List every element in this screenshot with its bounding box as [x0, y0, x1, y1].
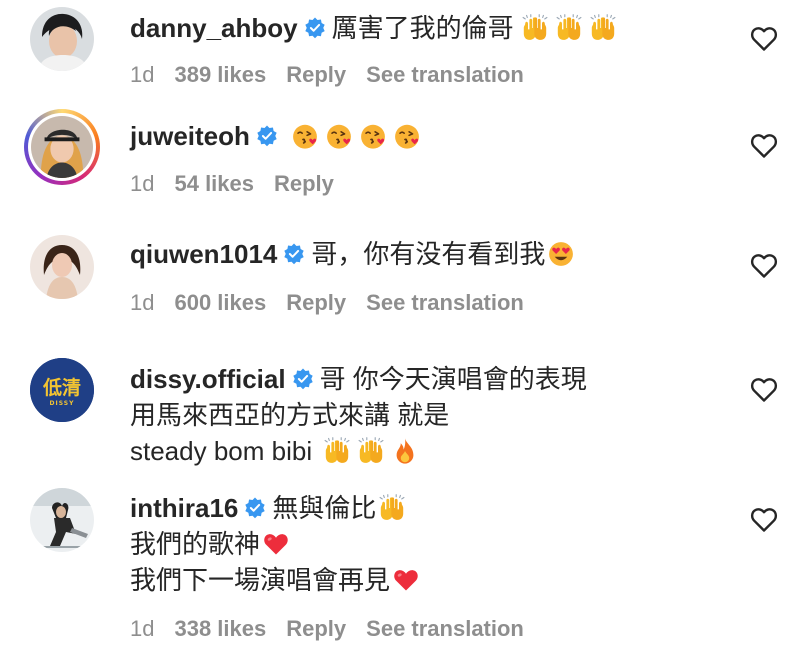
comment-time: 1d	[130, 616, 155, 641]
comment-text: 哥 你今天演唱會的表現	[319, 364, 587, 394]
comment-username[interactable]: danny_ahboy	[130, 13, 298, 43]
raising-hands-emoji-icon	[357, 437, 385, 465]
raising-hands-emoji-icon	[378, 494, 406, 522]
see-translation-button[interactable]: See translation	[366, 62, 524, 87]
raising-hands-emoji-icon	[521, 14, 549, 42]
comment-text: 無與倫比	[272, 493, 377, 523]
comment-time: 1d	[130, 171, 155, 196]
red-heart-emoji-icon	[262, 530, 290, 558]
like-heart-icon[interactable]	[750, 253, 778, 279]
reply-button[interactable]: Reply	[274, 171, 334, 196]
see-translation-button[interactable]: See translation	[366, 616, 524, 641]
verified-badge-icon	[244, 497, 266, 519]
avatar[interactable]	[24, 109, 100, 185]
fire-emoji-icon	[391, 437, 419, 465]
comment-username[interactable]: dissy.official	[130, 364, 286, 394]
comment-meta: 1d 54 likes Reply	[130, 171, 354, 197]
raising-hands-emoji-icon	[555, 14, 583, 42]
likes-count[interactable]: 600 likes	[174, 290, 266, 315]
comment-username[interactable]: juweiteoh	[130, 121, 250, 151]
avatar[interactable]	[30, 235, 94, 299]
like-heart-icon[interactable]	[750, 133, 778, 159]
verified-badge-icon	[283, 243, 305, 265]
avatar[interactable]	[30, 7, 94, 71]
like-heart-icon[interactable]	[750, 377, 778, 403]
comment-meta: 1d 338 likes Reply See translation	[130, 616, 544, 642]
verified-badge-icon	[304, 17, 326, 39]
comment-text: 厲害了我的倫哥	[331, 13, 514, 43]
comment-meta: 1d 389 likes Reply See translation	[130, 62, 544, 88]
raising-hands-emoji-icon	[589, 14, 617, 42]
like-heart-icon[interactable]	[750, 26, 778, 52]
reply-button[interactable]: Reply	[286, 62, 346, 87]
comment-text-line: 我們下一場演唱會再見	[130, 565, 391, 595]
comment-time: 1d	[130, 62, 155, 87]
comment-text: 哥，你有没有看到我	[311, 239, 546, 269]
comment-meta: 1d 600 likes Reply See translation	[130, 290, 544, 316]
reply-button[interactable]: Reply	[286, 290, 346, 315]
avatar[interactable]	[30, 488, 94, 552]
face-blowing-kiss-emoji-icon	[291, 122, 319, 150]
avatar[interactable]: 低清 DISSY	[30, 358, 94, 422]
comment-username[interactable]: inthira16	[130, 493, 238, 523]
comment-username[interactable]: qiuwen1014	[130, 239, 277, 269]
verified-badge-icon	[256, 125, 278, 147]
likes-count[interactable]: 338 likes	[174, 616, 266, 641]
face-blowing-kiss-emoji-icon	[325, 122, 353, 150]
raising-hands-emoji-icon	[323, 437, 351, 465]
see-translation-button[interactable]: See translation	[366, 290, 524, 315]
red-heart-emoji-icon	[392, 566, 420, 594]
comment-time: 1d	[130, 290, 155, 315]
reply-button[interactable]: Reply	[286, 616, 346, 641]
verified-badge-icon	[292, 368, 314, 390]
comment-text-line: 用馬來西亞的方式來講 就是	[130, 400, 450, 430]
avatar-logo-subtext: DISSY	[50, 400, 75, 407]
face-blowing-kiss-emoji-icon	[359, 122, 387, 150]
heart-eyes-emoji-icon	[547, 240, 575, 268]
comment-text-line: steady bom bibi	[130, 436, 313, 466]
face-blowing-kiss-emoji-icon	[393, 122, 421, 150]
avatar-logo-text: 低清	[42, 376, 81, 399]
likes-count[interactable]: 54 likes	[174, 171, 254, 196]
like-heart-icon[interactable]	[750, 507, 778, 533]
likes-count[interactable]: 389 likes	[174, 62, 266, 87]
comment-text-line: 我們的歌神	[130, 529, 261, 559]
